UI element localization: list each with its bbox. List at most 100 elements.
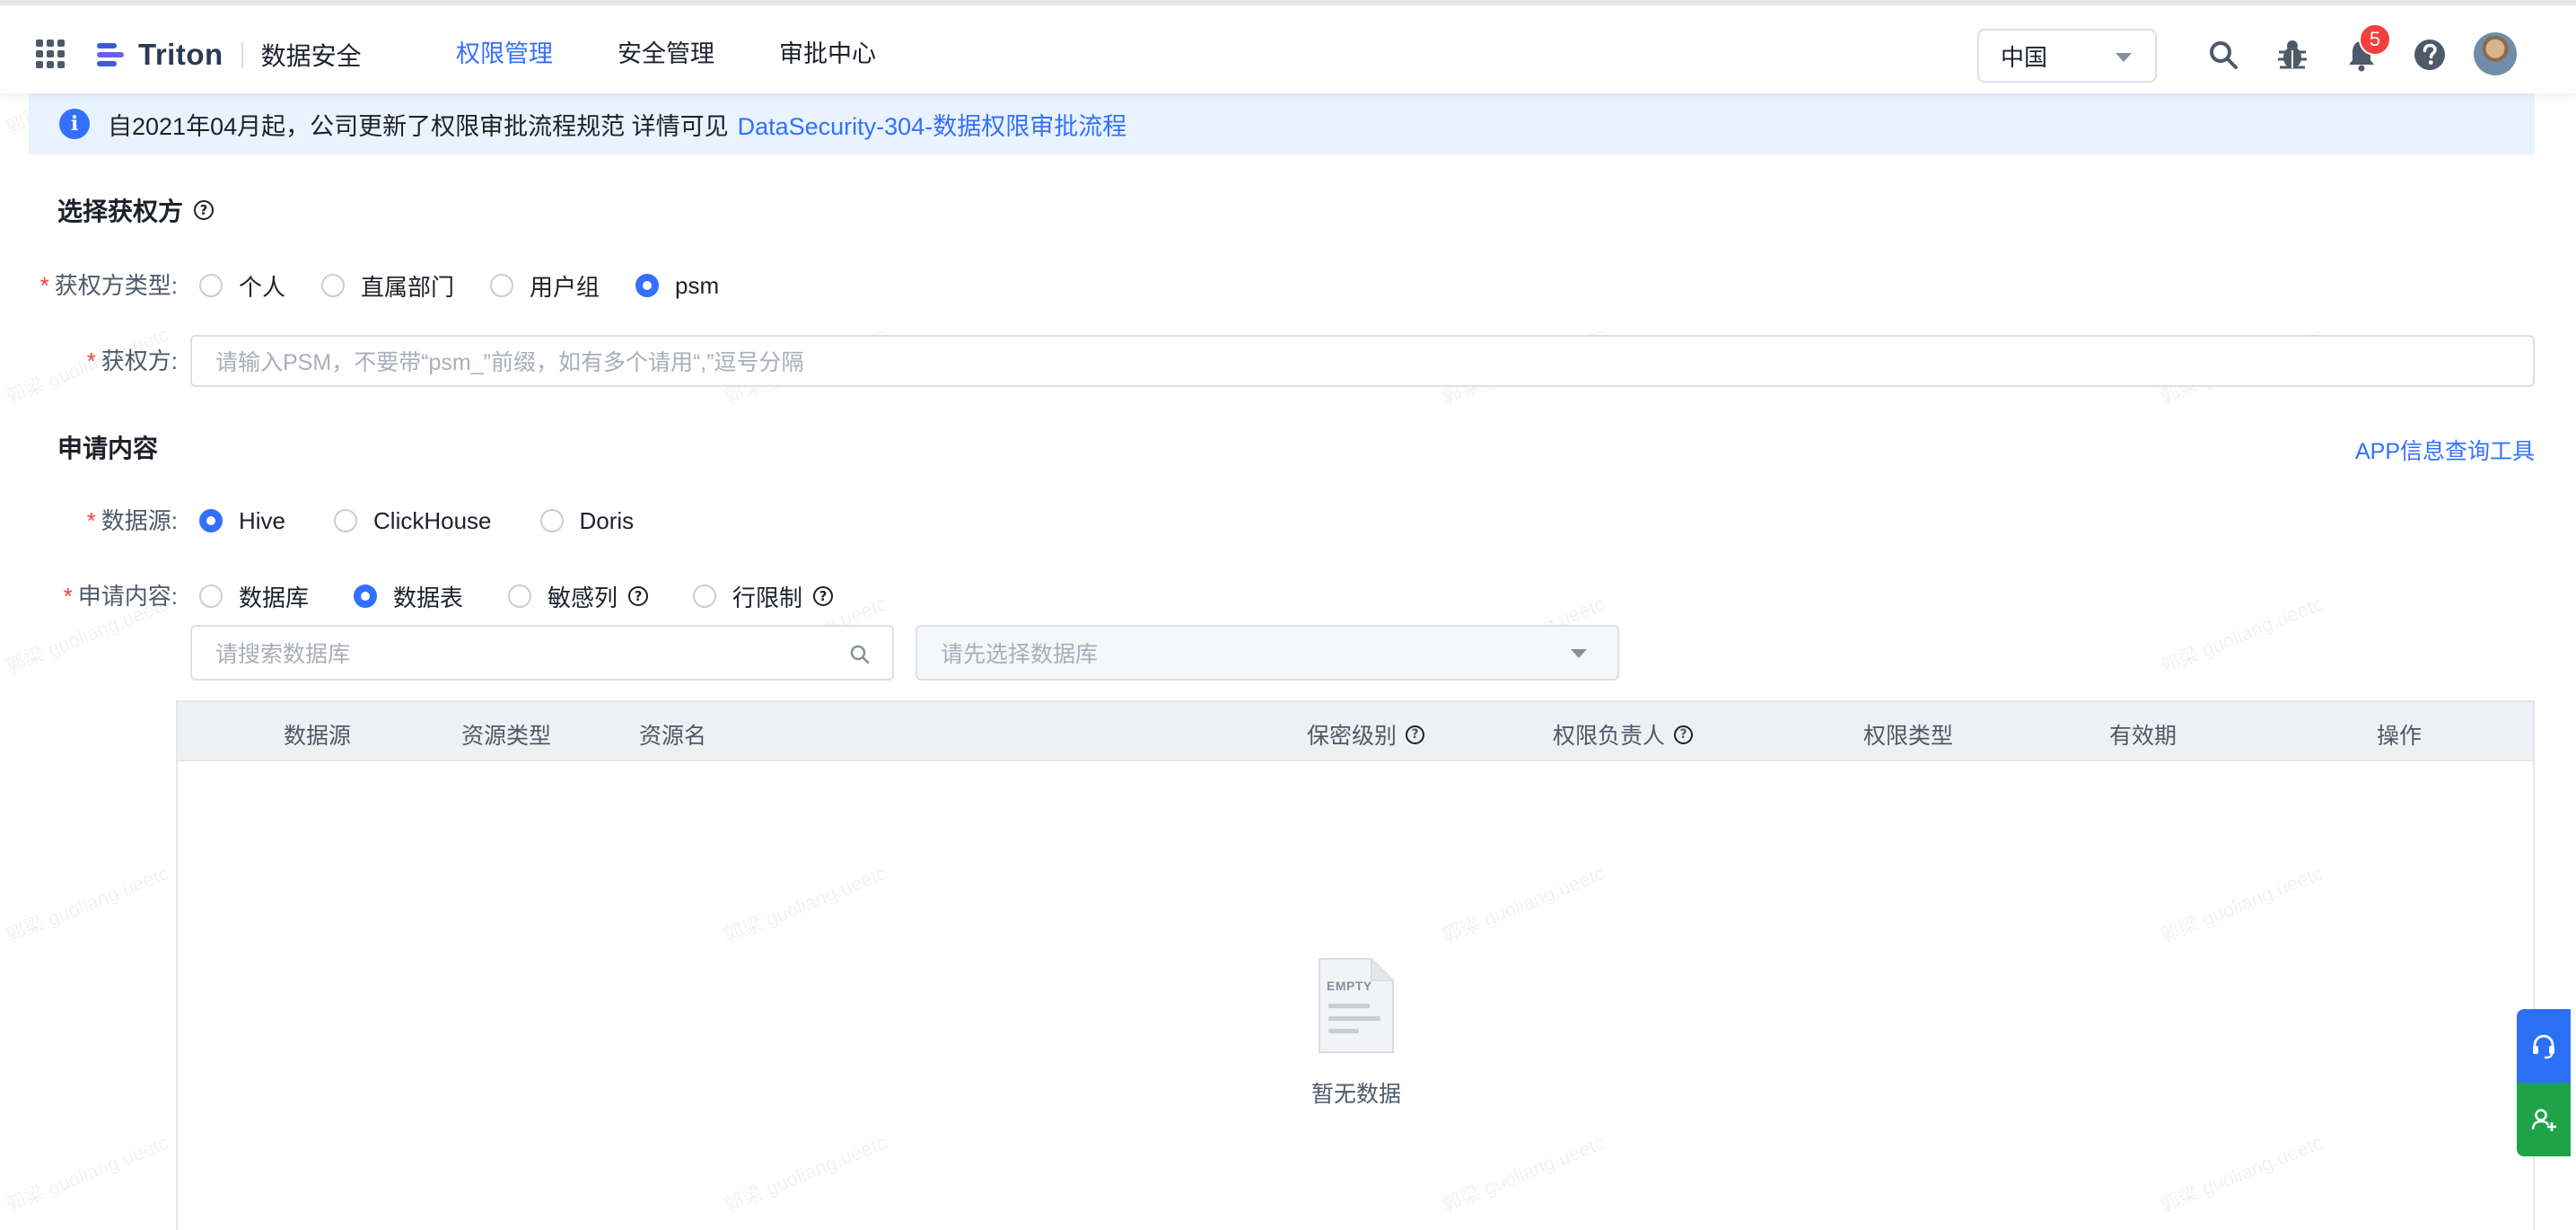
data-source-label: * 数据源:	[34, 503, 178, 539]
question-circle-icon[interactable]: ?	[1674, 725, 1694, 744]
radio-circle	[693, 584, 717, 608]
column-header-text: 有效期	[2109, 724, 2177, 749]
notice-text: 自2021年04月起，公司更新了权限审批流程规范 详情可见	[108, 112, 729, 140]
request-content-radio-group: 数据库 数据表 敏感列? 行限制?	[199, 578, 834, 614]
radio-source-clickhouse[interactable]: ClickHouse	[334, 507, 492, 535]
brand-logo[interactable]: Triton 数据安全	[97, 34, 362, 75]
radio-label: Hive	[239, 506, 286, 534]
radio-label: 敏感列	[548, 584, 618, 611]
column-header-validity: 有效期	[2109, 718, 2177, 751]
required-marker: *	[86, 507, 96, 534]
column-header-data-source: 数据源	[284, 718, 351, 751]
radio-grantee-individual[interactable]: 个人	[199, 269, 285, 303]
radio-grantee-usergroup[interactable]: 用户组	[490, 269, 600, 303]
table-select-placeholder: 请先选择数据库	[941, 642, 1099, 667]
column-header-text: 数据源	[284, 724, 352, 749]
policy-notice-banner: i 自2021年04月起，公司更新了权限审批流程规范 详情可见 DataSecu…	[29, 93, 2535, 154]
help-icon[interactable]	[2413, 38, 2447, 72]
radio-label: 数据库	[239, 584, 310, 611]
radio-label: 直属部门	[361, 273, 455, 301]
headset-icon	[2533, 1034, 2554, 1059]
radio-grantee-psm[interactable]: psm	[635, 272, 719, 300]
watermark-text: 郭梁 guoliang.ueetc	[2, 861, 172, 948]
user-add-icon	[2531, 1109, 2556, 1131]
radio-label: 用户组	[530, 273, 600, 301]
required-marker: *	[39, 272, 49, 299]
empty-text: 暂无数据	[1310, 1082, 1401, 1107]
watermark-text: 郭梁 guoliang.ueetc	[2156, 592, 2326, 679]
question-circle-icon[interactable]: ?	[813, 586, 834, 606]
nav-permission-management[interactable]: 权限管理	[456, 36, 553, 72]
data-source-radio-group: Hive ClickHouse Doris	[199, 503, 634, 539]
grantee-type-label-text: 获权方类型:	[54, 272, 178, 299]
radio-content-database[interactable]: 数据库	[199, 580, 309, 613]
search-icon	[850, 645, 870, 664]
database-search-input[interactable]: 请搜索数据库	[190, 625, 894, 681]
question-circle-icon[interactable]: ?	[194, 200, 215, 220]
nav-approval-center[interactable]: 审批中心	[779, 36, 876, 72]
info-icon: i	[59, 109, 90, 139]
column-header-permission-type: 权限类型	[1863, 718, 1953, 751]
empty-badge-text: EMPTY	[1327, 979, 1372, 993]
radio-circle	[199, 274, 223, 297]
radio-label: ClickHouse	[373, 506, 492, 534]
brand-divider	[241, 41, 243, 68]
radio-content-row-limit[interactable]: 行限制?	[693, 580, 834, 613]
radio-source-doris[interactable]: Doris	[539, 506, 635, 535]
notice-link[interactable]: DataSecurity-304-数据权限审批流程	[738, 107, 1127, 142]
radio-circle	[199, 584, 223, 608]
radio-circle	[354, 584, 378, 608]
radio-circle	[539, 509, 564, 532]
grantee-section-title: 选择获权方 ?	[57, 192, 215, 228]
radio-content-table[interactable]: 数据表	[354, 580, 463, 613]
radio-circle	[490, 274, 514, 297]
question-circle-icon[interactable]: ?	[628, 586, 649, 606]
app-grid-icon[interactable]	[36, 40, 65, 68]
column-header-text: 保密级别	[1307, 724, 1398, 749]
column-header-actions: 操作	[2377, 718, 2422, 751]
app-info-tool-link[interactable]: APP信息查询工具	[2355, 434, 2535, 466]
bug-icon[interactable]	[2275, 38, 2309, 72]
radio-content-sensitive-column[interactable]: 敏感列?	[508, 580, 649, 613]
top-navigation-bar: Triton 数据安全 权限管理 安全管理 审批中心 中国 5	[0, 0, 2576, 93]
user-avatar[interactable]	[2474, 32, 2517, 75]
add-contact-button[interactable]	[2517, 1083, 2571, 1156]
database-search-placeholder: 请搜索数据库	[215, 642, 351, 667]
grantee-label: * 获权方:	[34, 343, 178, 379]
required-marker: *	[63, 583, 73, 610]
region-select[interactable]: 中国	[1977, 29, 2157, 83]
search-icon[interactable]	[2206, 38, 2240, 72]
grantee-input[interactable]: 请输入PSM，不要带“psm_”前缀，如有多个请用“,”逗号分隔	[190, 335, 2535, 387]
product-name: 数据安全	[260, 42, 362, 70]
radio-circle	[321, 274, 346, 297]
notification-count-badge: 5	[2359, 23, 2391, 56]
nav-security-management[interactable]: 安全管理	[618, 36, 714, 72]
radio-circle	[199, 509, 223, 532]
customer-service-button[interactable]	[2517, 1009, 2571, 1083]
radio-grantee-department[interactable]: 直属部门	[321, 269, 454, 303]
radio-label: psm	[675, 271, 720, 299]
radio-circle	[334, 509, 358, 532]
column-header-text: 资源名	[639, 724, 707, 749]
grantee-type-radio-group: 个人 直属部门 用户组 psm	[199, 268, 719, 303]
empty-state: EMPTY 暂无数据	[1309, 955, 1404, 1109]
chevron-down-icon	[2116, 53, 2132, 62]
table-header: 数据源 资源类型 资源名 保密级别? 权限负责人? 权限类型 有效期 操作	[178, 702, 2533, 761]
grantee-type-label: * 获权方类型:	[34, 268, 178, 303]
radio-circle	[635, 274, 660, 297]
request-content-label: * 申请内容:	[34, 578, 178, 614]
grantee-label-text: 获权方:	[101, 347, 178, 374]
table-select[interactable]: 请先选择数据库	[916, 625, 1619, 681]
required-marker: *	[86, 347, 96, 374]
column-header-text: 资源类型	[461, 724, 552, 749]
radio-label: 数据表	[393, 584, 464, 611]
radio-label: Doris	[579, 506, 635, 534]
request-content-label-text: 申请内容:	[77, 583, 178, 610]
empty-document-icon	[1319, 958, 1394, 1053]
grantee-section-title-text: 选择获权方	[57, 198, 184, 225]
radio-source-hive[interactable]: Hive	[199, 507, 285, 535]
watermark-text: 郭梁 guoliang.ueetc	[2, 1130, 172, 1217]
column-header-permission-owner: 权限负责人?	[1553, 718, 1694, 751]
question-circle-icon[interactable]: ?	[1406, 725, 1425, 744]
grantee-input-placeholder: 请输入PSM，不要带“psm_”前缀，如有多个请用“,”逗号分隔	[215, 350, 804, 375]
